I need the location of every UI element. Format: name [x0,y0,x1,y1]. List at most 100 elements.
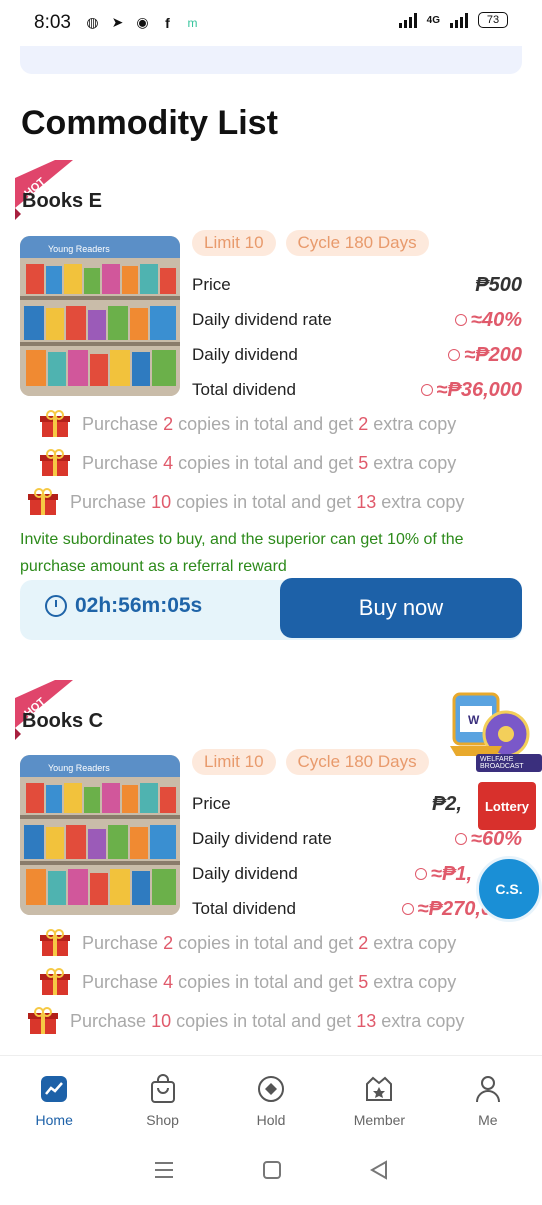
home-system-icon[interactable] [262,1160,282,1180]
total-dividend-value-wrap: ≈₱36,000 [420,379,522,402]
daily-rate-label: Daily dividend rate [192,310,332,329]
offer-row: Purchase 4 copies in total and get 5 ext… [40,449,456,477]
gift-icon [40,449,70,476]
offer-text: Purchase 10 copies in total and get 13 e… [70,1010,465,1031]
person-icon [475,1076,500,1103]
daily-rate-value-wrap: ≈60% [454,827,522,851]
nav-hold[interactable]: Hold [217,1056,325,1135]
offer-text: Purchase 4 copies in total and get 5 ext… [82,971,457,992]
wifi-signal-icon [398,12,417,28]
top-banner-card [20,46,522,74]
offer-row: Purchase 2 copies in total and get 2 ext… [40,410,456,438]
nav-member[interactable]: Member [325,1056,433,1135]
offer-row: Purchase 10 copies in total and get 13 e… [28,1007,464,1035]
referral-text: Invite subordinates to buy, and the supe… [20,531,464,575]
daily-dividend-value-wrap: ≈₱1, [415,863,472,886]
daily-rate-row: Daily dividend rate ≈60% [192,822,522,856]
offer-row: Purchase 10 copies in total and get 13 e… [28,488,464,516]
offer-text: Purchase 4 copies in total and get 5 ext… [82,452,457,473]
daily-rate-value-wrap: ≈40% [454,308,522,332]
product-tags: Limit 10 Cycle 180 Days [192,230,429,256]
daily-dividend-value: ≈₱1, [431,862,472,885]
messenger-icon: ◍ [86,14,99,30]
daily-dividend-value-wrap: ≈₱200 [448,344,522,367]
daily-dividend-label: Daily dividend [192,864,298,883]
total-dividend-row: Total dividend ≈₱36,000 [192,373,522,407]
facebook-icon: f [165,14,170,31]
daily-dividend-row: Daily dividend ≈₱200 [192,338,522,372]
product-card: HOT Books E Young Readers Limit 10 Cycle… [0,160,542,640]
product-name: Books C [22,710,104,732]
telegram-icon: ➤ [111,14,124,30]
product-tags: Limit 10 Cycle 180 Days [192,749,429,775]
limit-tag: Limit 10 [192,749,276,775]
m-app-icon: m [187,15,198,30]
messenger-bolt-icon: ◉ [136,14,149,30]
recent-apps-icon[interactable] [153,1161,175,1179]
offer-row: Purchase 2 copies in total and get 2 ext… [40,929,456,957]
svg-text:Young Readers: Young Readers [48,244,110,254]
clock-icon [45,595,67,617]
nav-me-label: Me [478,1112,498,1128]
offer-text: Purchase 2 copies in total and get 2 ext… [82,932,457,953]
shop-bag-icon [150,1074,175,1103]
battery-icon: 73 [478,12,508,28]
countdown-timer: 02h:56m:05s [45,594,202,618]
cell-signal-icon [450,12,468,28]
bottom-nav: Home Shop Hold Member Me [0,1055,542,1135]
price-label: Price [192,794,231,813]
nav-hold-label: Hold [256,1112,286,1128]
notification-icons: ◍ ➤ ◉ f m [84,14,201,31]
lottery-button[interactable]: Lottery [478,782,536,830]
offer-row: Purchase 4 copies in total and get 5 ext… [40,968,456,996]
nav-me[interactable]: Me [434,1056,542,1135]
countdown-value: 02h:56m:05s [75,594,203,617]
hold-icon [258,1076,285,1102]
svg-text:W: W [468,713,480,727]
daily-rate-row: Daily dividend rate ≈40% [192,303,522,337]
buy-now-button[interactable]: Buy now [280,578,522,638]
clock-icon [420,384,433,396]
timer-bar: 02h:56m:05s Buy now [20,578,522,640]
gift-icon [40,968,70,995]
product-name: Books E [22,190,103,212]
svg-text:Young Readers: Young Readers [48,763,110,773]
cycle-tag: Cycle 180 Days [285,749,429,775]
back-icon[interactable] [369,1160,389,1180]
member-crown-icon [366,1076,393,1101]
gift-icon [28,488,58,515]
price-value: ₱2, [431,792,462,815]
clock-icon [454,833,467,845]
status-bar: 8:03 ◍ ➤ ◉ f m 4G 73 [0,0,542,46]
status-right: 4G 73 [398,12,508,28]
nav-home[interactable]: Home [0,1056,108,1135]
product-image: Young Readers [20,236,180,396]
product-image: Young Readers [20,755,180,915]
clock-icon [454,314,467,326]
gift-icon [40,410,70,437]
total-dividend-label: Total dividend [192,380,296,399]
daily-rate-value: ≈40% [470,308,522,331]
price-label: Price [192,275,231,294]
nav-home-label: Home [35,1112,73,1128]
price-row: Price ₱500 [192,268,522,302]
daily-dividend-label: Daily dividend [192,345,298,364]
price-row: Price ₱2, [192,787,522,821]
gift-icon [40,929,70,956]
status-time: 8:03 [34,12,71,33]
offer-text: Purchase 10 copies in total and get 13 e… [70,491,465,512]
offer-text: Purchase 2 copies in total and get 2 ext… [82,413,457,434]
nav-shop[interactable]: Shop [108,1056,216,1135]
clock-icon [448,349,461,361]
network-type: 4G [426,14,440,26]
gift-icon [28,1007,58,1034]
daily-rate-value: ≈60% [470,827,522,850]
section-title: Commodity List [21,104,278,142]
daily-dividend-value: ≈₱200 [464,343,522,366]
price-value: ₱500 [475,273,522,296]
customer-service-button[interactable]: C.S. [476,856,542,922]
daily-rate-label: Daily dividend rate [192,829,332,848]
welfare-broadcast-label[interactable]: WELFARE BROADCAST [476,754,542,772]
clock-icon [415,868,427,880]
system-nav-bar [0,1135,542,1205]
